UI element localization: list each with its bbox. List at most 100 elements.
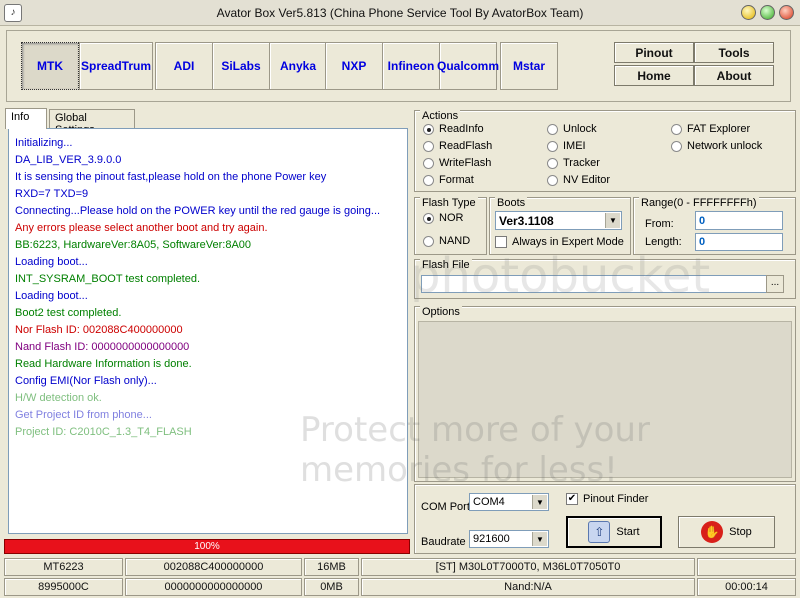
log-line: INT_SYSRAM_BOOT test completed. bbox=[15, 273, 201, 285]
log-line: Nor Flash ID: 002088C400000000 bbox=[15, 324, 183, 336]
flash-file-title: Flash File bbox=[420, 259, 472, 271]
status-row-1: MT6223 002088C400000000 16MB [ST] M30L0T… bbox=[4, 558, 796, 576]
radio-readflash[interactable]: ReadFlash bbox=[423, 140, 492, 152]
log-line: Any errors please select another boot an… bbox=[15, 222, 268, 234]
log-line: Config EMI(Nor Flash only)... bbox=[15, 375, 157, 387]
log-line: BB:6223, HardwareVer:8A05, SoftwareVer:8… bbox=[15, 239, 252, 251]
radio-readinfo[interactable]: ReadInfo bbox=[423, 123, 484, 135]
log-line: Get Project ID from phone... bbox=[15, 409, 152, 421]
log-line: Read Hardware Information is done. bbox=[15, 358, 192, 370]
chevron-down-icon: ▼ bbox=[532, 495, 547, 509]
about-button[interactable]: About bbox=[694, 65, 774, 86]
log-line: Connecting...Please hold on the POWER ke… bbox=[15, 205, 381, 217]
radio-dot bbox=[423, 157, 434, 169]
chip-anyka-button[interactable]: Anyka bbox=[269, 42, 327, 90]
close-button[interactable] bbox=[779, 5, 794, 20]
radio-fat-explorer[interactable]: FAT Explorer bbox=[671, 123, 750, 135]
com-panel: COM Port COM4 ▼ Baudrate 921600 ▼ ✔ Pino… bbox=[414, 484, 796, 554]
pinout-finder-checkbox[interactable]: ✔ Pinout Finder bbox=[566, 493, 648, 505]
title-bar: ♪ Avator Box Ver5.813 (China Phone Servi… bbox=[0, 0, 800, 26]
radio-dot bbox=[423, 123, 434, 135]
radio-tracker[interactable]: Tracker bbox=[547, 157, 600, 169]
range-from-label: From: bbox=[645, 218, 674, 230]
chip-infineon-button[interactable]: Infineon bbox=[382, 42, 440, 90]
stop-hand-icon: ✋ bbox=[701, 521, 724, 543]
radio-nv-editor[interactable]: NV Editor bbox=[547, 174, 610, 186]
radio-dot bbox=[547, 123, 558, 135]
chip-nxp-button[interactable]: NXP bbox=[325, 42, 383, 90]
options-area bbox=[418, 321, 792, 478]
flash-type-title: Flash Type bbox=[420, 197, 478, 209]
home-button[interactable]: Home bbox=[614, 65, 694, 86]
tab-info[interactable]: Info bbox=[5, 108, 47, 129]
log-line: H/W detection ok. bbox=[15, 392, 102, 404]
chip-mtk-button[interactable]: MTK bbox=[21, 42, 79, 90]
radio-format[interactable]: Format bbox=[423, 174, 474, 186]
log-line: Boot2 test completed. bbox=[15, 307, 122, 319]
status-nor-model: [ST] M30L0T7000T0, M36L0T7050T0 bbox=[361, 558, 695, 576]
radio-network-unlock[interactable]: Network unlock bbox=[671, 140, 762, 152]
chip-mstar-button[interactable]: Mstar bbox=[500, 42, 558, 90]
radio-dot bbox=[547, 157, 558, 169]
actions-title: Actions bbox=[420, 110, 461, 122]
status-nand-size: 0MB bbox=[304, 578, 359, 596]
radio-dot bbox=[423, 174, 434, 186]
status-elapsed-time: 00:00:14 bbox=[697, 578, 796, 596]
pinout-button[interactable]: Pinout bbox=[614, 42, 694, 63]
maximize-button[interactable] bbox=[760, 5, 775, 20]
flash-type-panel: Flash Type NOR NAND bbox=[414, 197, 487, 255]
com-port-label: COM Port bbox=[421, 501, 470, 513]
chipset-bar: MTK SpreadTrum ADI SiLabs Anyka NXP Infi… bbox=[6, 30, 791, 102]
expert-mode-checkbox[interactable]: Always in Expert Mode bbox=[495, 236, 624, 248]
status-cpu: MT6223 bbox=[4, 558, 123, 576]
log-line: Loading boot... bbox=[15, 290, 88, 302]
log-line: It is sensing the pinout fast,please hol… bbox=[15, 171, 327, 183]
radio-dot bbox=[423, 235, 434, 247]
status-chip-id: 8995000C bbox=[4, 578, 123, 596]
log-line: Loading boot... bbox=[15, 256, 88, 268]
stop-button[interactable]: ✋ Stop bbox=[678, 516, 775, 548]
options-panel: Options bbox=[414, 306, 796, 482]
chip-adi-button[interactable]: ADI bbox=[155, 42, 213, 90]
radio-dot bbox=[671, 140, 682, 152]
minimize-button[interactable] bbox=[741, 5, 756, 20]
start-button[interactable]: ⇧ Start bbox=[566, 516, 662, 548]
radio-dot bbox=[671, 123, 682, 135]
radio-dot bbox=[423, 212, 434, 224]
tab-global-settings[interactable]: Global Settings bbox=[49, 109, 135, 136]
boots-title: Boots bbox=[495, 197, 528, 209]
window-title: Avator Box Ver5.813 (China Phone Service… bbox=[216, 6, 584, 20]
status-nand-id: 0000000000000000 bbox=[125, 578, 302, 596]
log-line: Initializing... bbox=[15, 137, 73, 149]
range-length-label: Length: bbox=[645, 236, 682, 248]
range-from-input[interactable]: 0 bbox=[695, 211, 783, 230]
range-length-input[interactable]: 0 bbox=[695, 233, 783, 251]
boot-version-select[interactable]: Ver3.1108 ▼ bbox=[495, 211, 622, 230]
log-line: Nand Flash ID: 0000000000000000 bbox=[15, 341, 190, 353]
baudrate-select[interactable]: 921600 ▼ bbox=[469, 530, 549, 548]
actions-panel: Actions ReadInfo ReadFlash WriteFlash Fo… bbox=[414, 110, 796, 192]
options-title: Options bbox=[420, 306, 462, 318]
progress-label: 100% bbox=[194, 541, 220, 552]
radio-nor[interactable]: NOR bbox=[423, 212, 463, 224]
browse-button[interactable]: ... bbox=[766, 275, 784, 293]
com-port-select[interactable]: COM4 ▼ bbox=[469, 493, 549, 511]
info-log[interactable]: Initializing... DA_LIB_VER_3.9.0.0 It is s… bbox=[8, 128, 408, 534]
chevron-down-icon: ▼ bbox=[605, 213, 620, 228]
chevron-down-icon: ▼ bbox=[532, 532, 547, 546]
status-extra bbox=[697, 558, 796, 576]
tools-button[interactable]: Tools bbox=[694, 42, 774, 63]
flash-file-input[interactable] bbox=[421, 275, 775, 293]
status-nand-model: Nand:N/A bbox=[361, 578, 695, 596]
range-title: Range(0 - FFFFFFFFh) bbox=[639, 197, 759, 209]
progress-bar: 100% bbox=[4, 539, 410, 554]
radio-unlock[interactable]: Unlock bbox=[547, 123, 597, 135]
radio-writeflash[interactable]: WriteFlash bbox=[423, 157, 491, 169]
chip-spreadtrum-button[interactable]: SpreadTrum bbox=[79, 42, 153, 90]
baudrate-label: Baudrate bbox=[421, 536, 466, 548]
radio-nand[interactable]: NAND bbox=[423, 235, 470, 247]
chip-qualcomm-button[interactable]: Qualcomm bbox=[437, 42, 499, 90]
radio-imei[interactable]: IMEI bbox=[547, 140, 586, 152]
chip-silabs-button[interactable]: SiLabs bbox=[212, 42, 270, 90]
radio-dot bbox=[547, 174, 558, 186]
